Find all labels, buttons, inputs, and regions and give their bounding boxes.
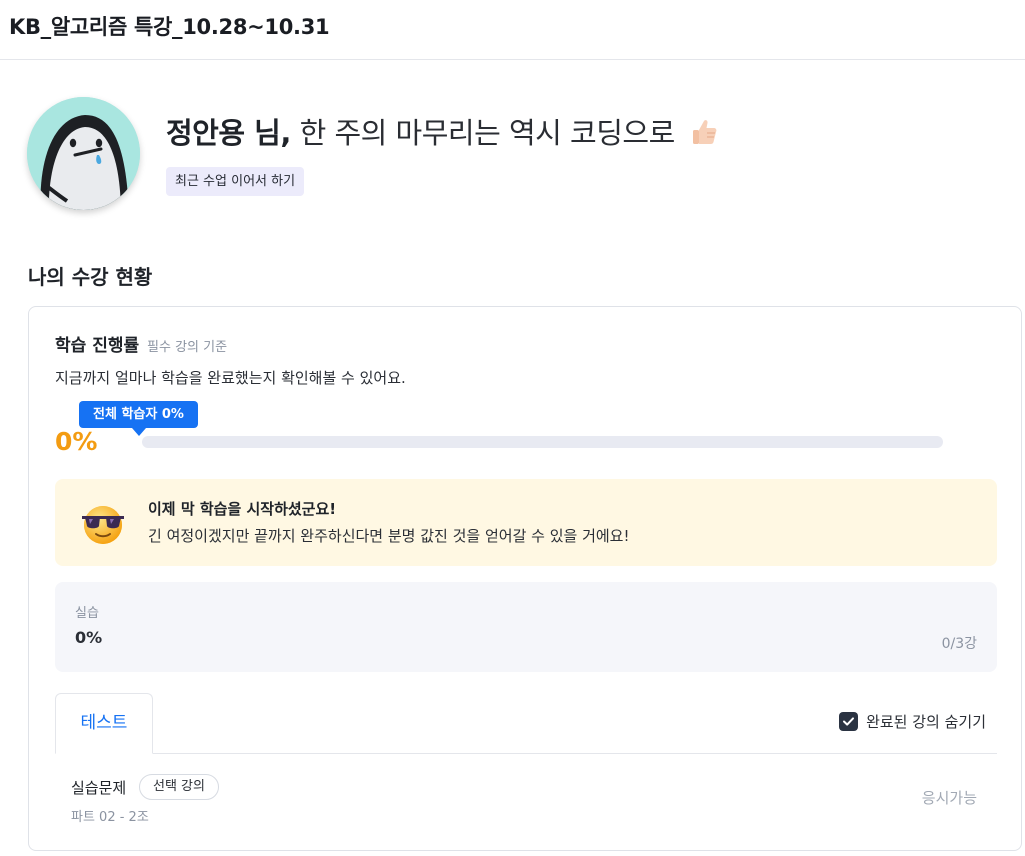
tab-test[interactable]: 테스트 — [55, 693, 153, 754]
progress-title-text: 학습 진행률 — [55, 336, 140, 356]
practice-label: 실습 — [75, 606, 99, 621]
check-icon — [843, 717, 855, 726]
practice-count: 0/3강 — [941, 636, 977, 652]
avatar — [27, 97, 140, 210]
hide-completed-checkbox[interactable] — [839, 712, 859, 731]
resume-recent-class-button[interactable]: 최근 수업 이어서 하기 — [166, 167, 305, 196]
hide-completed-toggle[interactable]: 완료된 강의 숨기기 — [839, 711, 986, 732]
progress-description: 지금까지 얼마나 학습을 완료했는지 확인해볼 수 있어요. — [55, 369, 406, 387]
sunglasses-face-icon — [79, 499, 127, 551]
hide-completed-label: 완료된 강의 숨기기 — [866, 713, 986, 731]
optional-lesson-badge: 선택 강의 — [139, 774, 219, 800]
progress-subtitle: 필수 강의 기준 — [147, 340, 228, 355]
lesson-name: 실습문제 — [71, 779, 127, 797]
penguin-avatar-icon — [27, 97, 140, 210]
progress-percent: 0% — [55, 427, 98, 456]
lesson-part: 파트 02 - 2조 — [71, 810, 149, 825]
greeting: 정안용 님, 한 주의 마무리는 역시 코딩으로 — [166, 110, 720, 154]
progress-card: 학습 진행률 필수 강의 기준 지금까지 얼마나 학습을 완료했는지 확인해볼 … — [28, 306, 1022, 851]
thumbs-up-icon — [690, 117, 720, 154]
notice-text: 긴 여정이겠지만 끝까지 완주하신다면 분명 값진 것을 얻어갈 수 있을 거에… — [148, 527, 630, 545]
greeting-message: 한 주의 마무리는 역시 코딩으로 — [299, 116, 676, 150]
progress-title: 학습 진행률 필수 강의 기준 — [55, 331, 227, 356]
course-title: KB_알고리즘 특강_10.28~10.31 — [9, 15, 330, 39]
practice-summary: 실습 0% 0/3강 — [55, 582, 997, 672]
user-name: 정안용 님, — [166, 116, 291, 150]
practice-value: 0% — [75, 628, 103, 647]
progress-bar — [142, 436, 943, 448]
notice-title: 이제 막 학습을 시작하셨군요! — [148, 500, 337, 518]
all-learners-tooltip: 전체 학습자 0% — [79, 401, 198, 436]
section-title: 나의 수강 현황 — [28, 265, 153, 289]
encouragement-notice: 이제 막 학습을 시작하셨군요! 긴 여정이겠지만 끝까지 완주하신다면 분명 … — [55, 479, 997, 566]
top-bar: KB_알고리즘 특강_10.28~10.31 — [0, 0, 1025, 60]
tab-divider — [55, 753, 997, 754]
tooltip-value: 0% — [161, 407, 184, 422]
list-item[interactable]: 실습문제 선택 강의 파트 02 - 2조 응시가능 — [55, 765, 997, 835]
lesson-status[interactable]: 응시가능 — [922, 787, 977, 808]
tooltip-label: 전체 학습자 — [93, 407, 158, 422]
